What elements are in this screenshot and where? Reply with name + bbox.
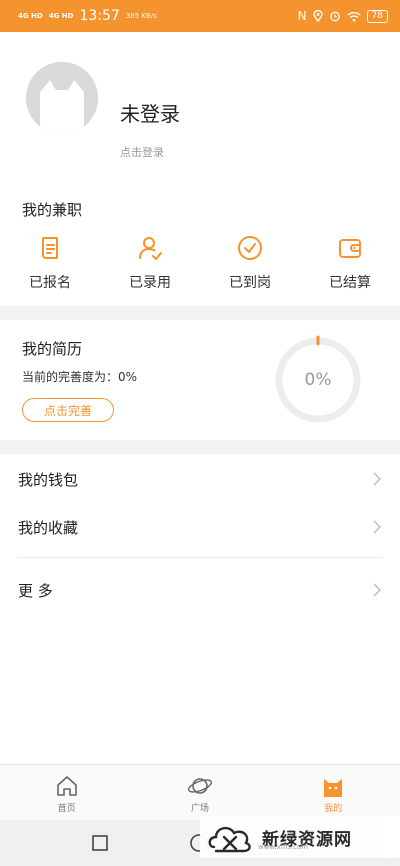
signal-indicator-1: 4G HD (18, 12, 43, 20)
tab-label-plaza: 广场 (190, 804, 209, 814)
status-left: 4G HD 4G HD 13:57 385 KB/s (18, 8, 157, 24)
watermark-logo-icon (208, 826, 251, 853)
document-icon (42, 237, 58, 259)
section-divider (0, 306, 400, 320)
job-item-hired[interactable]: 已录用 (110, 228, 190, 298)
resume-progress-text: 0% (304, 370, 332, 390)
signal-indicator-2: 4G HD (48, 12, 74, 20)
user-name[interactable]: 未登录 (120, 98, 180, 127)
tab-home[interactable]: 首页 (17, 765, 117, 820)
section-divider-2 (0, 440, 400, 454)
tab-mine[interactable]: 我的 (283, 765, 383, 820)
status-bar: 4G HD 4G HD 13:57 385 KB/s N 78 (0, 0, 400, 32)
check-circle-icon (238, 236, 262, 260)
status-right: N 78 (298, 9, 388, 23)
job-label-arrived: 已到岗 (229, 275, 271, 291)
avatar[interactable] (26, 62, 98, 134)
menu-label-more: 更 多 (18, 581, 53, 600)
menu-item-wallet[interactable]: 我的钱包 (0, 455, 400, 503)
job-label-settled: 已结算 (329, 275, 371, 291)
job-label-registered: 已报名 (29, 275, 71, 291)
tab-plaza[interactable]: 广场 (150, 765, 250, 820)
job-item-settled[interactable]: 已结算 (310, 228, 390, 298)
job-item-registered[interactable]: 已报名 (10, 228, 90, 298)
complete-resume-button[interactable]: 点击完善 (22, 398, 114, 422)
chevron-right-icon (373, 472, 382, 486)
watermark-url: www.xlhs.com (258, 843, 309, 851)
jobs-status-row: 已报名 已录用 已到岗 已结算 (0, 228, 400, 298)
tab-label-mine: 我的 (324, 804, 343, 814)
menu-label-wallet: 我的钱包 (18, 470, 79, 489)
avatar-placeholder-icon (26, 62, 98, 134)
watermark: 新绿资源网 www.xlhs.com (200, 816, 400, 858)
chevron-right-icon (373, 520, 382, 534)
wifi-icon (347, 11, 361, 21)
menu-item-more[interactable]: 更 多 (0, 566, 400, 614)
wallet-icon (339, 239, 361, 258)
network-speed: 385 KB/s (125, 11, 157, 20)
chevron-right-icon (373, 583, 382, 597)
bottom-tab-bar: 首页 广场 我的 (0, 764, 400, 820)
user-check-icon (139, 237, 162, 260)
alarm-icon (329, 11, 340, 22)
battery-indicator: 78 (366, 9, 388, 23)
planet-icon (187, 778, 213, 794)
tab-label-home: 首页 (57, 804, 76, 814)
cat-icon (324, 779, 343, 797)
menu-item-favorites[interactable]: 我的收藏 (0, 503, 400, 551)
job-label-hired: 已录用 (129, 275, 171, 291)
resume-section-title: 我的简历 (22, 340, 83, 358)
menu-label-favorites: 我的收藏 (18, 518, 79, 537)
location-icon (312, 10, 323, 22)
jobs-section-title: 我的兼职 (22, 201, 83, 219)
menu-divider (18, 557, 382, 558)
status-time: 13:57 (79, 8, 120, 24)
home-icon (56, 776, 77, 796)
recent-apps-icon[interactable] (92, 835, 108, 851)
login-hint[interactable]: 点击登录 (120, 144, 164, 160)
nfc-icon: N (297, 9, 307, 23)
resume-completeness-label: 当前的完善度为：0% (22, 370, 138, 384)
job-item-arrived[interactable]: 已到岗 (210, 228, 290, 298)
